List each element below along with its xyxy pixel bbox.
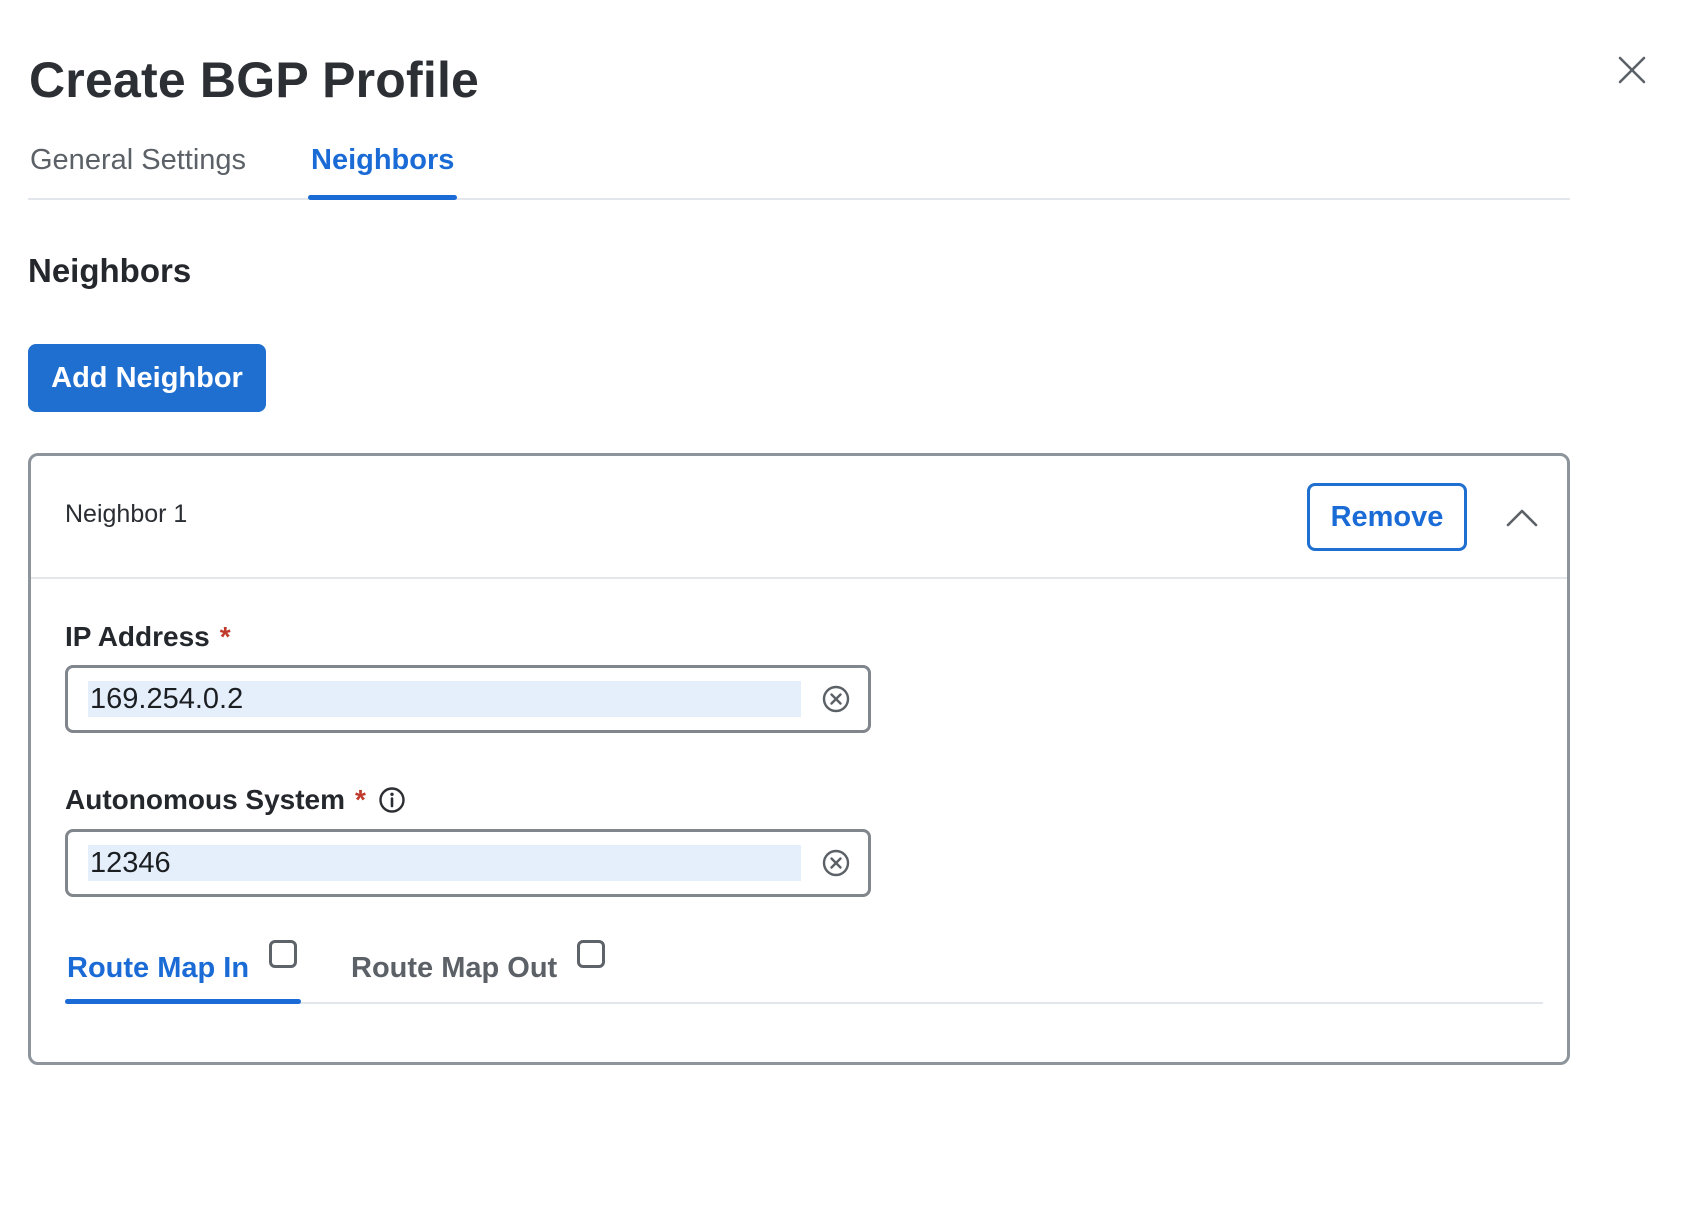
remove-neighbor-button[interactable]: Remove xyxy=(1307,483,1467,551)
clear-autonomous-system-button[interactable] xyxy=(820,847,852,879)
required-marker: * xyxy=(219,621,231,652)
tab-route-map-in[interactable]: Route Map In xyxy=(65,940,302,1004)
route-map-tabs: Route Map In Route Map Out xyxy=(65,940,1543,1004)
tab-general-settings[interactable]: General Settings xyxy=(30,140,246,198)
route-map-out-checkbox[interactable] xyxy=(577,940,606,968)
tab-neighbors[interactable]: Neighbors xyxy=(308,140,458,200)
autonomous-system-input[interactable] xyxy=(88,845,801,881)
clear-circle-icon xyxy=(822,685,850,713)
autonomous-system-label-text: Autonomous System xyxy=(65,784,346,815)
add-neighbor-button[interactable]: Add Neighbor xyxy=(28,344,266,412)
clear-circle-icon xyxy=(822,849,850,877)
create-bgp-profile-dialog: Create BGP Profile General Settings Neig… xyxy=(0,0,1682,1212)
autonomous-system-field[interactable] xyxy=(65,829,871,897)
ip-address-label-text: IP Address xyxy=(65,621,210,652)
neighbor-card-header: Neighbor 1 Remove xyxy=(31,456,1567,579)
neighbor-card: Neighbor 1 Remove IP Address * 169.254.0… xyxy=(28,453,1570,1065)
autonomous-system-label: Autonomous System * xyxy=(65,784,406,816)
required-marker: * xyxy=(355,784,366,815)
close-button[interactable] xyxy=(1610,48,1654,92)
profile-tabs: General Settings Neighbors xyxy=(28,140,1570,200)
tab-route-map-out[interactable]: Route Map Out xyxy=(351,940,606,1002)
route-map-out-label: Route Map Out xyxy=(351,952,558,984)
neighbor-title: Neighbor 1 xyxy=(65,500,188,528)
ip-address-input[interactable] xyxy=(88,681,801,717)
neighbors-heading: Neighbors xyxy=(28,252,192,289)
clear-ip-address-button[interactable] xyxy=(820,683,852,715)
dialog-title: Create BGP Profile xyxy=(29,52,480,108)
route-map-in-checkbox[interactable] xyxy=(269,940,298,968)
close-icon xyxy=(1618,56,1646,84)
ip-address-label: IP Address * xyxy=(65,621,231,653)
collapse-neighbor-button[interactable] xyxy=(1497,492,1547,542)
chevron-up-icon xyxy=(1506,509,1538,527)
route-map-in-label: Route Map In xyxy=(67,952,250,984)
ip-address-field[interactable] xyxy=(65,665,871,733)
info-icon[interactable] xyxy=(378,786,406,814)
